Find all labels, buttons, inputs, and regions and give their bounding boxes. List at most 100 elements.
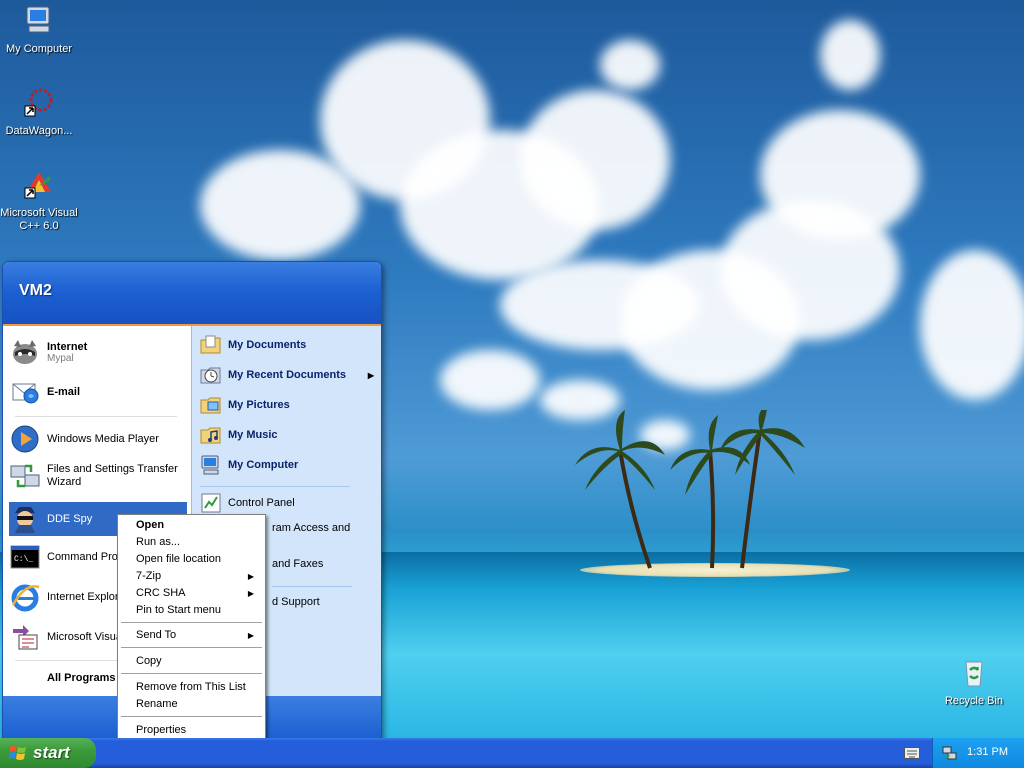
folder-pictures-icon (200, 397, 221, 414)
ctx-remove-from-list[interactable]: Remove from This List (121, 679, 262, 696)
ctx-label: Properties (136, 724, 187, 736)
desktop-icon-label: My Computer (5, 43, 73, 55)
right-item-label: and Faxes (272, 558, 324, 570)
visual-cpp-icon (24, 172, 51, 199)
right-item-label: My Documents (228, 339, 307, 351)
pinned-item-internet[interactable]: Internet Mypal (9, 334, 187, 370)
recent-item-label: Windows Media Player (47, 433, 159, 445)
transfer-wizard-icon (10, 464, 40, 488)
right-item-label: My Computer (228, 459, 299, 471)
keyboard-icon[interactable] (904, 747, 920, 759)
ctx-open-file-location[interactable]: Open file location (121, 551, 262, 568)
submenu-arrow-icon: ▶ (247, 589, 254, 598)
email-icon (12, 383, 39, 404)
recent-item-label: Internet Explor (47, 591, 119, 603)
ctx-pin-to-start[interactable]: Pin to Start menu (121, 602, 262, 619)
desktop-icon-label: Microsoft Visual C++ 6.0 (0, 207, 78, 232)
ctx-label: Copy (136, 655, 162, 667)
right-item-label: d Support (272, 596, 320, 608)
right-item-program-access[interactable]: ram Access and (272, 522, 350, 534)
ctx-properties[interactable]: Properties (121, 722, 262, 739)
context-menu: Open Run as... Open file location 7-Zip ▶… (117, 514, 266, 744)
desktop-icon-my-computer[interactable]: My Computer (0, 4, 79, 56)
palm-trees (575, 410, 805, 569)
folder-music-icon (200, 427, 221, 444)
folder-documents-icon (200, 335, 221, 354)
right-item-label: ram Access and (272, 522, 351, 534)
raccoon-browser-icon (13, 340, 37, 364)
recent-item-files-settings-wizard[interactable]: Files and Settings Transfer Wizard (9, 456, 187, 496)
ctx-crc-sha[interactable]: CRC SHA ▶ (121, 585, 262, 602)
pinned-item-email[interactable]: E-mail (9, 374, 187, 410)
right-item-my-recent-documents[interactable]: My Recent Documents ▶ (200, 364, 374, 386)
datawagon-icon (24, 88, 53, 117)
recent-documents-icon (200, 367, 221, 384)
taskbar: start 1:31 PM (0, 738, 1024, 768)
ctx-7zip[interactable]: 7-Zip ▶ (121, 568, 262, 585)
network-icon[interactable] (941, 745, 957, 761)
separator (15, 416, 177, 417)
pinned-item-title: Internet (47, 340, 88, 353)
submenu-arrow-icon: ▶ (247, 631, 254, 640)
ctx-label: Rename (136, 698, 178, 710)
ctx-separator (121, 647, 262, 648)
desktop-icon-label: Recycle Bin (944, 695, 1004, 707)
user-name: VM2 (19, 282, 52, 299)
desktop-icon-recycle-bin[interactable]: Recycle Bin (934, 656, 1014, 708)
windows-flag-icon (9, 746, 26, 760)
desktop-icon-visual-cpp[interactable]: Microsoft Visual C++ 6.0 (0, 168, 79, 233)
right-item-control-panel[interactable]: Control Panel (200, 492, 295, 514)
my-computer-icon (26, 6, 50, 33)
right-item-label: My Pictures (228, 399, 290, 411)
submenu-arrow-icon: ▶ (367, 370, 374, 380)
right-item-my-pictures[interactable]: My Pictures (200, 394, 290, 416)
start-button[interactable]: start (0, 738, 96, 768)
visual-studio-tool-icon (13, 625, 38, 650)
right-item-my-computer[interactable]: My Computer (200, 454, 298, 476)
ctx-label: Send To (136, 629, 177, 641)
ctx-label: Open (136, 519, 165, 531)
recent-item-label: Files and Settings Transfer Wizard (47, 463, 178, 488)
ctx-separator (121, 622, 262, 623)
pinned-item-title: E-mail (47, 386, 81, 398)
ctx-send-to[interactable]: Send To ▶ (121, 627, 262, 644)
recent-item-label: Command Prom (47, 551, 128, 563)
ctx-separator (121, 673, 262, 674)
right-item-label: My Recent Documents (228, 369, 346, 381)
right-item-my-documents[interactable]: My Documents (200, 334, 306, 356)
ctx-copy[interactable]: Copy (121, 653, 262, 670)
right-item-label: Control Panel (228, 497, 295, 509)
ctx-run-as[interactable]: Run as... (121, 534, 262, 551)
ctx-label: Run as... (136, 536, 181, 548)
start-label: start (33, 743, 70, 762)
ctx-label: CRC SHA (136, 587, 186, 599)
pinned-item-subtitle: Mypal (47, 352, 74, 364)
recycle-bin-icon (965, 661, 983, 687)
command-prompt-icon: C:\_ (10, 545, 40, 569)
start-menu-header: VM2 (3, 262, 381, 326)
svg-text:C:\_: C:\_ (14, 555, 33, 564)
recent-item-windows-media-player[interactable]: Windows Media Player (9, 422, 187, 456)
separator (200, 486, 350, 487)
all-programs-label: All Programs (47, 672, 116, 684)
system-tray: 1:31 PM (932, 738, 1024, 768)
right-item-printers-faxes[interactable]: and Faxes (272, 558, 323, 570)
ctx-label: Pin to Start menu (136, 604, 221, 616)
recent-item-label: Microsoft Visua (47, 631, 122, 643)
ctx-open[interactable]: Open (121, 517, 262, 534)
desktop-icon-label: DataWagon... (5, 125, 73, 137)
right-item-help-support[interactable]: d Support (272, 596, 320, 608)
clock[interactable]: 1:31 PM (967, 746, 1008, 758)
separator (272, 586, 352, 587)
control-panel-icon (201, 493, 221, 513)
my-computer-icon (201, 455, 219, 475)
ctx-label: 7-Zip (136, 570, 162, 582)
dde-spy-icon (15, 507, 35, 533)
ctx-rename[interactable]: Rename (121, 696, 262, 713)
ctx-label: Remove from This List (136, 681, 246, 693)
recent-item-label: DDE Spy (47, 513, 93, 525)
right-item-my-music[interactable]: My Music (200, 424, 278, 446)
internet-explorer-icon (11, 584, 40, 612)
ctx-label: Open file location (136, 553, 221, 565)
desktop-icon-datawagon[interactable]: DataWagon... (0, 86, 79, 138)
